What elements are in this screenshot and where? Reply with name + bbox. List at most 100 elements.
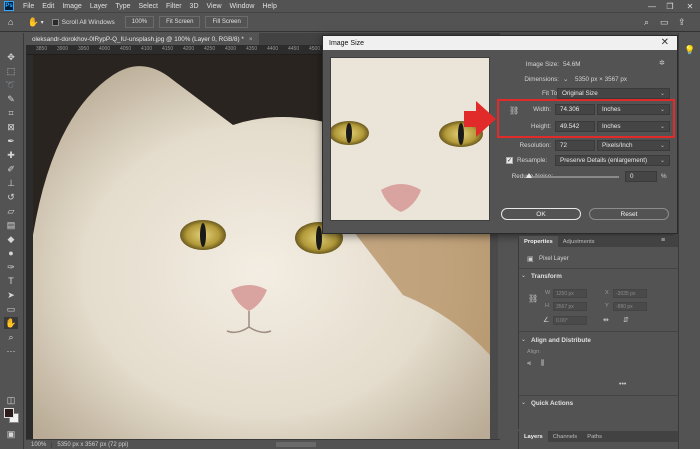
healing-brush-tool-icon[interactable]: ✚ bbox=[4, 149, 18, 161]
more-tools-icon[interactable]: ⋯ bbox=[4, 345, 18, 357]
menu-layer[interactable]: Layer bbox=[86, 3, 112, 10]
fit-to-select[interactable]: Original Size ⌄ bbox=[557, 88, 670, 99]
rectangle-tool-icon[interactable]: ▭ bbox=[4, 303, 18, 315]
pen-tool-icon[interactable]: ✑ bbox=[4, 261, 18, 273]
screen-mode-icon[interactable]: ▣ bbox=[4, 428, 18, 440]
dialog-preview[interactable] bbox=[330, 57, 490, 221]
eyedropper-tool-icon[interactable]: ✒ bbox=[4, 135, 18, 147]
minimize-icon[interactable]: — bbox=[644, 0, 660, 12]
collapse-chevron-icon[interactable]: ⌄ bbox=[521, 272, 526, 279]
align-center-icon[interactable]: ⫼ bbox=[541, 360, 544, 368]
horizontal-scrollbar[interactable] bbox=[276, 442, 316, 447]
zoom-tool-icon[interactable]: ⌕ bbox=[4, 331, 18, 343]
gradient-tool-icon[interactable]: ▤ bbox=[4, 219, 18, 231]
share-icon[interactable]: ⇪ bbox=[678, 17, 686, 28]
menu-help[interactable]: Help bbox=[258, 3, 280, 10]
status-doc-info[interactable]: 5350 px x 3567 px (72 ppi) bbox=[51, 441, 133, 448]
status-zoom[interactable]: 100% bbox=[26, 442, 51, 448]
frame-tool-icon[interactable]: ⊠ bbox=[4, 121, 18, 133]
zoom-100-button[interactable]: 100% bbox=[124, 16, 155, 28]
tab-adjustments[interactable]: Adjustments bbox=[558, 236, 600, 247]
eraser-tool-icon[interactable]: ▱ bbox=[4, 205, 18, 217]
resolution-input[interactable]: 72 bbox=[555, 140, 595, 151]
flip-horizontal-icon[interactable]: ⇹ bbox=[603, 316, 609, 324]
menu-file[interactable]: File bbox=[19, 3, 38, 10]
path-selection-tool-icon[interactable]: ➤ bbox=[4, 289, 18, 301]
workspace-icon[interactable]: ▭ bbox=[660, 17, 669, 28]
settings-gear-icon[interactable]: ✲ bbox=[659, 59, 665, 67]
ok-button[interactable]: OK bbox=[501, 208, 581, 220]
close-window-icon[interactable]: ✕ bbox=[682, 0, 698, 12]
tab-channels[interactable]: Channels bbox=[548, 431, 583, 442]
collapse-chevron-icon[interactable]: ⌄ bbox=[521, 336, 526, 343]
menu-select[interactable]: Select bbox=[135, 3, 162, 10]
lasso-tool-icon[interactable]: ➰ bbox=[4, 79, 18, 91]
quick-select-tool-icon[interactable]: ✎ bbox=[4, 93, 18, 105]
menu-3d[interactable]: 3D bbox=[186, 3, 203, 10]
dialog-close-icon[interactable]: ✕ bbox=[661, 37, 669, 48]
brush-tool-icon[interactable]: ✐ bbox=[4, 163, 18, 175]
learn-lightbulb-icon[interactable]: 💡 bbox=[684, 45, 695, 56]
image-size-value: 54.6M bbox=[563, 61, 581, 68]
hand-tool-icon[interactable]: ✋ bbox=[27, 17, 38, 28]
transform-angle-input[interactable]: 0.00° bbox=[553, 316, 587, 325]
type-tool-icon[interactable]: T bbox=[4, 275, 18, 287]
move-tool-icon[interactable]: ✥ bbox=[4, 51, 18, 63]
preview-image bbox=[331, 58, 489, 220]
tool-preset-chevron-icon[interactable]: ▾ bbox=[41, 19, 44, 26]
history-brush-tool-icon[interactable]: ↺ bbox=[4, 191, 18, 203]
align-label: Align: bbox=[527, 349, 541, 355]
menu-filter[interactable]: Filter bbox=[162, 3, 186, 10]
properties-panel-tabs: Properties Adjustments ≡ bbox=[519, 236, 679, 247]
marquee-tool-icon[interactable]: ⬚ bbox=[4, 65, 18, 77]
document-tab-close-icon[interactable]: × bbox=[249, 36, 253, 43]
transform-h-input[interactable]: 3567 px bbox=[553, 302, 587, 311]
layers-panel: Layers Channels Paths bbox=[518, 431, 679, 449]
dimensions-chevron-icon[interactable]: ⌄ bbox=[563, 76, 568, 83]
dimensions-label: Dimensions: bbox=[524, 76, 559, 83]
align-left-icon[interactable]: ⫷ bbox=[527, 360, 531, 368]
scroll-all-windows-checkbox[interactable] bbox=[51, 18, 59, 26]
menu-edit[interactable]: Edit bbox=[38, 3, 58, 10]
fit-screen-button[interactable]: Fit Screen bbox=[159, 16, 201, 28]
tab-properties[interactable]: Properties bbox=[519, 236, 558, 247]
search-icon[interactable]: ⌕ bbox=[644, 17, 649, 28]
document-tab[interactable]: oleksandr-dorokhov-0IRypP-Q_IU-unsplash.… bbox=[26, 33, 259, 45]
menu-view[interactable]: View bbox=[203, 3, 226, 10]
photoshop-logo: Ps bbox=[4, 1, 14, 11]
menu-window[interactable]: Window bbox=[226, 3, 259, 10]
dodge-tool-icon[interactable]: ● bbox=[4, 247, 18, 259]
quick-mask-icon[interactable]: ◫ bbox=[4, 394, 18, 406]
tab-layers[interactable]: Layers bbox=[519, 431, 548, 442]
home-icon[interactable]: ⌂ bbox=[8, 17, 13, 27]
menu-type[interactable]: Type bbox=[111, 3, 134, 10]
menu-bar: Ps File Edit Image Layer Type Select Fil… bbox=[0, 0, 700, 12]
transform-x-input[interactable]: -3035 px bbox=[613, 289, 647, 298]
foreground-color-swatch[interactable] bbox=[4, 408, 14, 418]
resample-checkbox[interactable]: ✓ bbox=[506, 157, 513, 164]
restore-icon[interactable]: ❐ bbox=[662, 0, 678, 12]
hand-tool-active-icon[interactable]: ✋ bbox=[4, 317, 18, 329]
collapse-chevron-icon[interactable]: ⌄ bbox=[521, 399, 526, 406]
panel-menu-icon[interactable]: ≡ bbox=[661, 237, 665, 244]
menu-image[interactable]: Image bbox=[58, 3, 85, 10]
blur-tool-icon[interactable]: ◆ bbox=[4, 233, 18, 245]
link-proportions-icon[interactable]: ⛓ bbox=[528, 294, 538, 303]
flip-vertical-icon[interactable]: ⇵ bbox=[623, 316, 629, 324]
clone-stamp-tool-icon[interactable]: ⊥ bbox=[4, 177, 18, 189]
transform-w-input[interactable]: 1250 px bbox=[553, 289, 587, 298]
reduce-noise-slider-handle[interactable] bbox=[526, 173, 532, 178]
reduce-noise-slider-track[interactable] bbox=[529, 176, 619, 178]
resolution-unit-select[interactable]: Pixels/Inch ⌄ bbox=[597, 140, 670, 151]
more-options-icon[interactable]: ••• bbox=[619, 381, 626, 388]
crop-tool-icon[interactable]: ⌗ bbox=[4, 107, 18, 119]
transform-y-input[interactable]: -880 px bbox=[613, 302, 647, 311]
fill-screen-button[interactable]: Fill Screen bbox=[205, 16, 248, 28]
ruler-tick: 4450 bbox=[288, 46, 300, 52]
resample-select[interactable]: Preserve Details (enlargement) ⌄ bbox=[555, 155, 670, 166]
tab-paths[interactable]: Paths bbox=[582, 431, 607, 442]
reduce-noise-input[interactable]: 0 bbox=[625, 171, 657, 182]
reset-button[interactable]: Reset bbox=[589, 208, 669, 220]
right-icon-strip: 💡 bbox=[678, 33, 700, 449]
resample-value: Preserve Details (enlargement) bbox=[560, 157, 648, 164]
